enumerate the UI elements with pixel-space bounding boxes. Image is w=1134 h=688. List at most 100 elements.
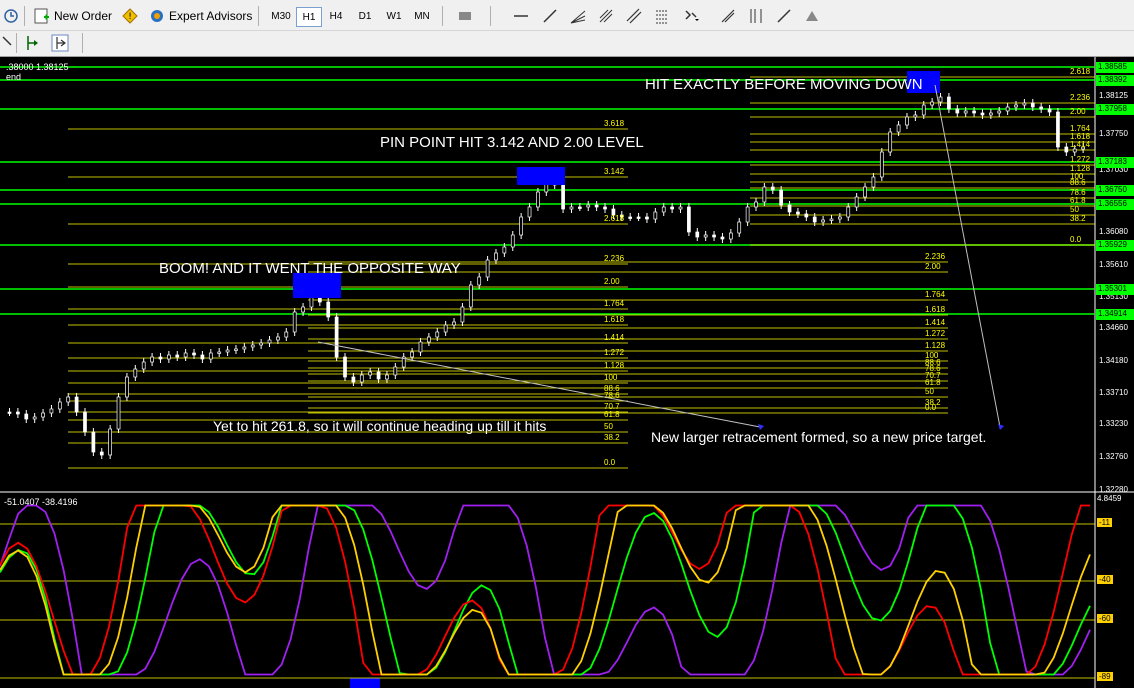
- price-tick-label: 1.37750: [1099, 129, 1128, 138]
- line-endpoint-marker: [998, 424, 1004, 430]
- fib-label: 100: [604, 373, 618, 382]
- timeframe-w1[interactable]: W1: [381, 7, 407, 25]
- candle-body: [301, 306, 305, 313]
- candle-body: [334, 316, 339, 358]
- candle-body: [1072, 148, 1077, 153]
- timeframe-h1[interactable]: H1: [296, 7, 322, 27]
- arrows-dropdown-icon[interactable]: [682, 7, 700, 25]
- new-order-button[interactable]: New Order: [34, 6, 112, 26]
- annotation-new-larger[interactable]: New larger retracement formed, so a new …: [651, 429, 986, 445]
- price-tick-label: 1.33710: [1099, 388, 1128, 397]
- candle-body: [678, 206, 683, 210]
- toolbar-separator: [16, 33, 17, 53]
- green-level-tag: 1.36556: [1096, 199, 1134, 210]
- trendline-icon[interactable]: [541, 7, 559, 25]
- fib-label: 61.8: [1070, 196, 1086, 205]
- candle-body: [863, 186, 867, 198]
- fib-label: 1.128: [925, 341, 946, 350]
- candle-body: [158, 356, 163, 360]
- triangle-tool-icon[interactable]: [803, 7, 821, 25]
- warning-icon[interactable]: !: [121, 7, 139, 25]
- fibo-expansion-icon[interactable]: [719, 7, 737, 25]
- indicator-line-purple: [0, 504, 1091, 676]
- indicator-axis-label: -60: [1097, 614, 1113, 623]
- annotation-hit-exactly[interactable]: HIT EXACTLY BEFORE MOVING DOWN: [645, 76, 923, 93]
- fib-label: 2.00: [925, 262, 941, 271]
- chart-shift-icon[interactable]: [23, 34, 41, 52]
- fibo-retracement-icon[interactable]: [653, 7, 671, 25]
- fib-label: 1.764: [604, 299, 625, 308]
- fib-label: 2.236: [925, 252, 946, 261]
- indicator-line-yellow: [0, 504, 1091, 676]
- fib-label: 50: [925, 387, 934, 396]
- candle-body: [913, 114, 918, 118]
- candle-body: [91, 431, 96, 453]
- candle-body: [930, 101, 934, 106]
- candle-body: [234, 348, 238, 351]
- retracement-line: [317, 341, 761, 428]
- fib-label: 61.8: [604, 410, 620, 419]
- horizontal-line-icon[interactable]: [512, 7, 530, 25]
- expert-advisors-button[interactable]: Expert Advisors: [149, 6, 252, 26]
- candle-body: [368, 371, 373, 376]
- candle-body: [183, 352, 188, 358]
- candle-body: [217, 351, 222, 354]
- draw-line-icon[interactable]: [775, 7, 793, 25]
- timeframe-d1[interactable]: D1: [352, 7, 378, 25]
- history-icon[interactable]: [2, 7, 20, 25]
- candle-body: [720, 236, 725, 240]
- candle-body: [955, 108, 960, 114]
- candle-body: [477, 276, 482, 286]
- indicator-levels: [0, 523, 1095, 679]
- fibo-time-zones-icon[interactable]: [747, 7, 765, 25]
- candle-body: [754, 201, 758, 208]
- candle-body: [988, 112, 993, 116]
- candle-body: [242, 346, 247, 350]
- fib-label: 38.2: [604, 433, 620, 442]
- fibo-arcs-icon[interactable]: [597, 7, 615, 25]
- annotation-boom[interactable]: BOOM! AND IT WENT THE OPPOSITE WAY: [159, 260, 461, 277]
- timeframe-m30[interactable]: M30: [268, 7, 294, 25]
- timeframe-mn[interactable]: MN: [410, 7, 434, 25]
- fib-label: 1.128: [604, 361, 625, 370]
- fib-label: 88.6: [1070, 178, 1086, 187]
- candle-body: [427, 336, 431, 343]
- candle-body: [695, 231, 700, 238]
- fib-label: 2.618: [1070, 67, 1091, 76]
- candle-body: [200, 354, 205, 360]
- timeframe-h4[interactable]: H4: [324, 7, 348, 25]
- fib-label: 38.2: [1070, 214, 1086, 223]
- fib-label: 1.414: [925, 318, 946, 327]
- candle-body: [628, 216, 633, 219]
- main-toolbar: New Order ! Expert Advisors M30 H1 H4 D1…: [0, 0, 1134, 57]
- candle-body: [896, 124, 901, 133]
- rectangle-tool-icon[interactable]: [456, 7, 474, 25]
- svg-text:!: !: [128, 12, 132, 22]
- candle-body: [1014, 104, 1018, 108]
- price-chart[interactable]: .38000 1.38125 end HIT EXACTLY BEFORE MO…: [0, 57, 1134, 688]
- green-level-tag: 1.37183: [1096, 157, 1134, 168]
- candle-body: [343, 356, 347, 378]
- fibo-fan-icon[interactable]: [569, 7, 587, 25]
- candle-body: [871, 176, 876, 188]
- fib-label: 0.0: [604, 458, 616, 467]
- annotation-yet-to-hit[interactable]: Yet to hit 261.8, so it will continue he…: [213, 418, 546, 434]
- fib-label: 78.6: [604, 391, 620, 400]
- candle-body: [452, 321, 456, 326]
- candle-body: [66, 396, 71, 403]
- chart-canvas[interactable]: [0, 57, 1134, 688]
- indicator-axis-label: -40: [1097, 575, 1113, 584]
- autoscroll-icon[interactable]: [51, 34, 69, 52]
- candle-body: [192, 352, 196, 356]
- candle-body: [460, 306, 465, 323]
- candle-body: [351, 376, 356, 383]
- annotation-pin-point[interactable]: PIN POINT HIT 3.142 AND 2.00 LEVEL: [380, 134, 644, 151]
- price-tick-label: 1.35610: [1099, 260, 1128, 269]
- candle-body: [309, 296, 314, 308]
- fib-label: 0.0: [925, 403, 937, 412]
- candle-body: [796, 211, 800, 215]
- green-level-tag: 1.34914: [1096, 309, 1134, 320]
- fibo-channel-icon[interactable]: [625, 7, 643, 25]
- candle-body: [99, 451, 104, 456]
- candle-body: [1030, 102, 1035, 108]
